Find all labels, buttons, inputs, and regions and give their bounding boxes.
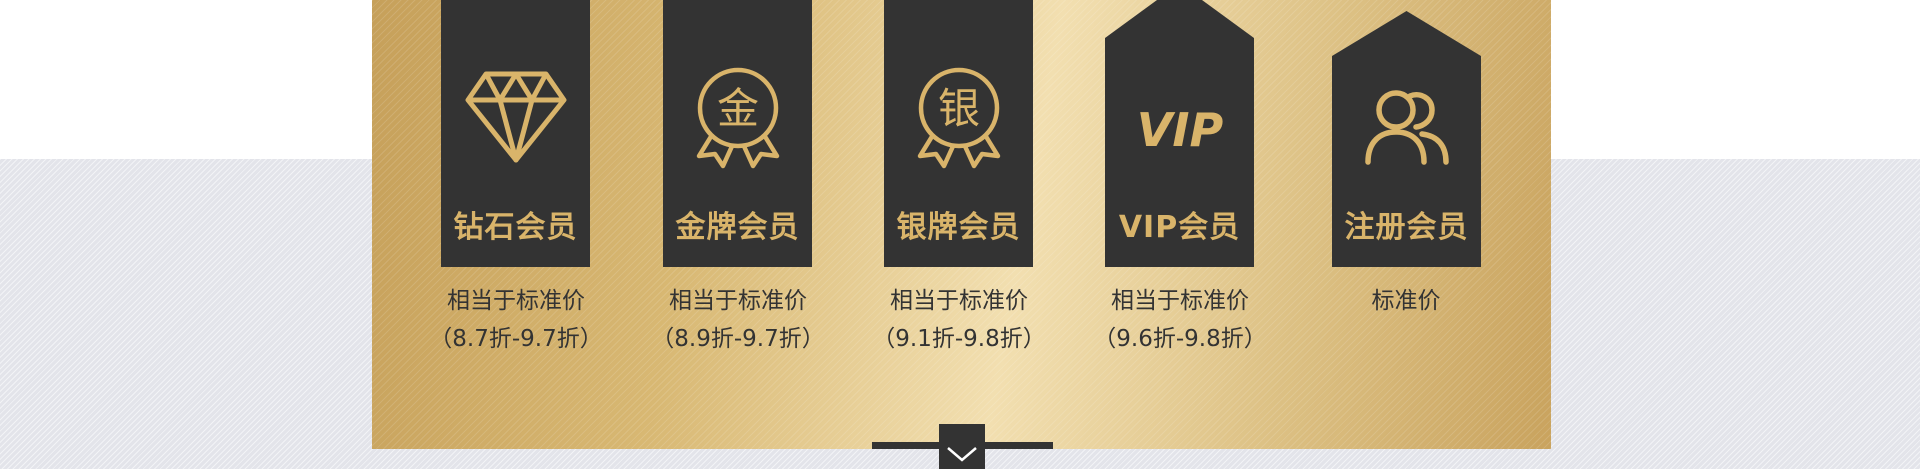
price-note-line2: （9.1折-9.8折） — [872, 326, 1046, 352]
silver-medal-icon: 银 — [884, 66, 1033, 170]
tier-vip: VIP VIP会员 — [1105, 0, 1254, 267]
vip-icon: VIP — [1105, 106, 1254, 150]
medal-char: 金 — [716, 84, 758, 133]
tier-name: 银牌会员 — [896, 210, 1021, 245]
price-note-line1: 相当于标准价 — [669, 288, 807, 314]
tier-price-note: 相当于标准价 （8.7折-9.7折） — [416, 282, 616, 358]
medal-char: 银 — [937, 84, 979, 133]
price-note-line1: 相当于标准价 — [890, 288, 1028, 314]
tier-name: 钻石会员 — [453, 210, 578, 245]
gold-medal-icon: 金 — [663, 66, 812, 170]
tier-price-note: 相当于标准价 （9.1折-9.8折） — [859, 282, 1059, 358]
tier-name: VIP会员 — [1118, 210, 1241, 245]
membership-panel: 钻石会员 相当于标准价 （8.7折-9.7折） 金 金牌会员 相当于标准价 （8… — [372, 0, 1551, 449]
price-note-line1: 相当于标准价 — [447, 288, 585, 314]
price-note-line1: 相当于标准价 — [1111, 288, 1249, 314]
tier-badge: 银 银牌会员 — [884, 0, 1033, 267]
tier-silver: 银 银牌会员 — [884, 0, 1033, 267]
tier-gold: 金 金牌会员 — [663, 0, 812, 267]
price-note-line2: （8.9折-9.7折） — [651, 326, 825, 352]
expand-toggle-button[interactable] — [939, 424, 985, 469]
price-note-line1: 标准价 — [1371, 288, 1441, 314]
tier-price-note: 相当于标准价 （9.6折-9.8折） — [1080, 282, 1280, 358]
tier-price-note: 标准价 — [1306, 282, 1506, 320]
tier-name: 金牌会员 — [675, 210, 800, 245]
tier-badge: 金 金牌会员 — [663, 0, 812, 267]
diamond-icon — [441, 70, 590, 164]
price-note-line2: （8.7折-9.7折） — [429, 326, 603, 352]
tier-badge: 钻石会员 — [441, 0, 590, 267]
chevron-down-icon — [947, 446, 977, 462]
users-icon — [1332, 88, 1481, 166]
tier-price-note: 相当于标准价 （8.9折-9.7折） — [638, 282, 838, 358]
price-note-line2: （9.6折-9.8折） — [1093, 326, 1267, 352]
tier-name: 注册会员 — [1344, 210, 1469, 245]
vip-mark: VIP — [1136, 106, 1223, 150]
tier-diamond: 钻石会员 — [441, 0, 590, 267]
tier-registered: 注册会员 — [1332, 0, 1481, 267]
